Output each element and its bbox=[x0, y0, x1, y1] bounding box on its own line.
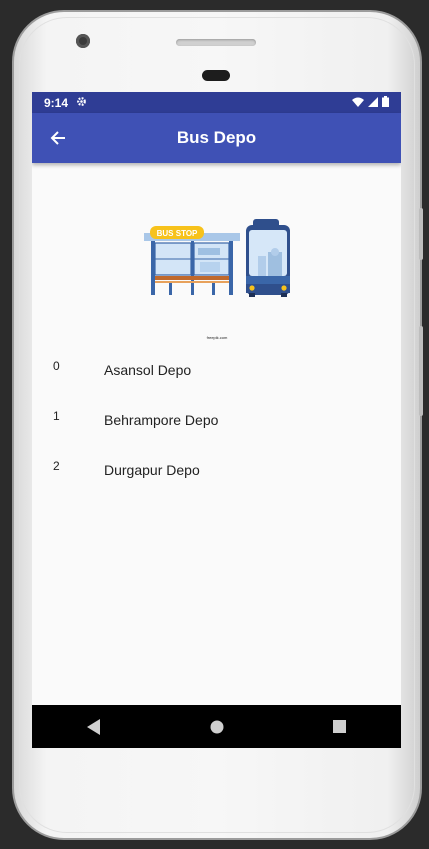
list-item-label: Asansol Depo bbox=[104, 362, 192, 378]
list-item-index: 0 bbox=[53, 359, 60, 373]
image-credit: freepik.com bbox=[206, 335, 228, 340]
page-title: Bus Depo bbox=[176, 128, 257, 147]
proximity-sensor bbox=[202, 70, 230, 81]
wifi-icon bbox=[352, 96, 364, 110]
signal-icon bbox=[368, 96, 378, 110]
list-item-label: Durgapur Depo bbox=[104, 462, 200, 478]
power-button bbox=[419, 326, 423, 416]
back-triangle-icon[interactable] bbox=[74, 712, 114, 742]
home-circle-icon[interactable] bbox=[197, 712, 237, 742]
battery-icon bbox=[382, 95, 389, 110]
volume-button bbox=[419, 208, 423, 260]
status-time: 9:14 bbox=[44, 95, 69, 110]
list-item-label: Behrampore Depo bbox=[104, 412, 219, 428]
screen: 9:14 Bus Depo BUS STOP freepik.com 0 Asa… bbox=[32, 92, 401, 748]
list-item-index: 2 bbox=[53, 459, 60, 473]
earpiece-speaker bbox=[176, 39, 256, 46]
app-bar: Bus Depo bbox=[32, 113, 401, 163]
list-item[interactable]: 0 Asansol Depo bbox=[32, 350, 401, 400]
recents-square-icon[interactable] bbox=[320, 712, 360, 742]
navigation-bar bbox=[32, 705, 401, 748]
status-bar: 9:14 bbox=[32, 92, 401, 113]
front-camera bbox=[76, 34, 90, 48]
list-item[interactable]: 1 Behrampore Depo bbox=[32, 400, 401, 450]
bus-stop-sign-text: BUS STOP bbox=[157, 229, 198, 238]
arrow-back-icon[interactable] bbox=[46, 126, 70, 150]
settings-gear-icon bbox=[76, 96, 87, 110]
list-item[interactable]: 2 Durgapur Depo bbox=[32, 450, 401, 500]
bus-stop-illustration: BUS STOP bbox=[144, 219, 290, 297]
depot-list: 0 Asansol Depo 1 Behrampore Depo 2 Durga… bbox=[32, 350, 401, 500]
list-item-index: 1 bbox=[53, 409, 60, 423]
